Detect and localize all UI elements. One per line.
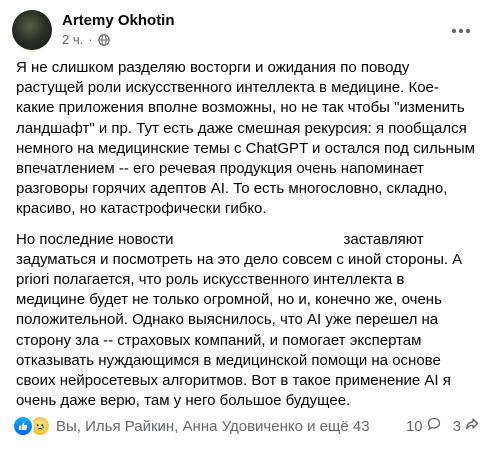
post-meta: Artemy Okhotin 2 ч. · <box>62 12 175 48</box>
comment-icon <box>427 417 441 435</box>
post-paragraph-1: Я не слишком разделяю восторги и ожидани… <box>16 59 475 218</box>
share-icon <box>465 417 479 435</box>
globe-icon <box>97 34 110 46</box>
reaction-names[interactable]: Вы, Илья Райкин, Анна Удовиченко и ещё 4… <box>56 418 370 435</box>
paragraph-2-rest: заставляют задуматься и посмотреть на эт… <box>16 230 462 410</box>
paragraph-2-start: Но последние новости <box>16 230 174 248</box>
comments-count-button[interactable]: 10 <box>406 417 441 435</box>
separator-dot: · <box>88 32 93 47</box>
avatar[interactable] <box>12 10 52 50</box>
post-subline: 2 ч. · <box>62 32 175 48</box>
post-time[interactable]: 2 ч. <box>62 32 83 48</box>
shares-count-button[interactable]: 3 <box>453 417 479 435</box>
post-paragraph-2: Но последние новости заставляют задуматьс… <box>16 230 475 412</box>
post-counts: 10 3 <box>406 417 479 435</box>
comments-count: 10 <box>405 417 423 435</box>
reaction-icons[interactable] <box>12 415 51 437</box>
more-options-button[interactable] <box>443 12 479 48</box>
shares-count: 3 <box>452 417 461 435</box>
post-body: Я не слишком разделяю восторги и ожидани… <box>16 58 475 421</box>
author-name[interactable]: Artemy Okhotin <box>62 12 175 30</box>
more-icon <box>451 21 471 39</box>
post-header: Artemy Okhotin 2 ч. · <box>12 10 175 50</box>
like-reaction-icon <box>12 415 34 437</box>
post-footer: Вы, Илья Райкин, Анна Удовиченко и ещё 4… <box>12 415 479 437</box>
